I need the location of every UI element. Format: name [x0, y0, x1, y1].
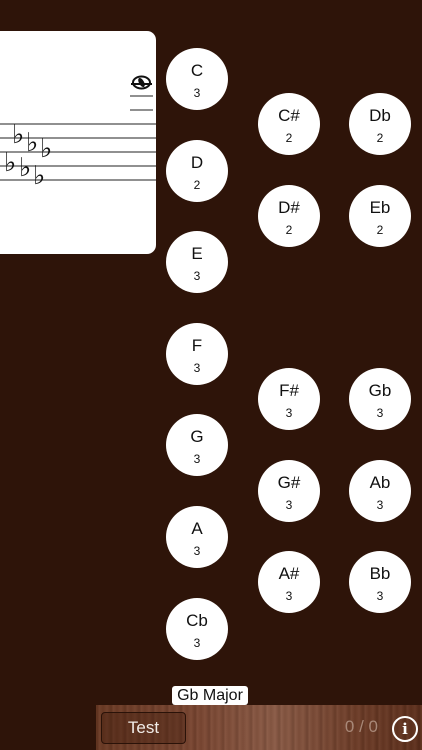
note-name: Eb	[369, 198, 391, 217]
note-name: Db	[369, 106, 391, 125]
note-button-c-sharp[interactable]: C# 2	[258, 93, 320, 155]
note-button-g-flat[interactable]: Gb 3	[349, 368, 411, 430]
note-name: Gb	[368, 381, 392, 400]
note-button-d-flat[interactable]: Db 2	[349, 93, 411, 155]
flat-icon: ♭	[40, 134, 52, 164]
info-icon[interactable]: i	[392, 716, 418, 742]
note-name: Cb	[186, 611, 208, 630]
note-button-g-sharp[interactable]: G# 3	[258, 460, 320, 522]
note-button-b-flat[interactable]: Bb 3	[349, 551, 411, 613]
note-name: C	[190, 61, 204, 80]
note-octave: 3	[376, 406, 384, 420]
note-name: F#	[279, 381, 299, 400]
note-octave: 3	[285, 406, 293, 420]
score-counter: 0 / 0	[344, 717, 378, 736]
note-button-d[interactable]: D 2	[166, 140, 228, 202]
test-button[interactable]: Test	[101, 712, 186, 744]
note-octave: 3	[376, 589, 384, 603]
note-octave: 3	[193, 361, 201, 375]
note-octave: 2	[193, 178, 201, 192]
note-button-a-sharp[interactable]: A# 3	[258, 551, 320, 613]
music-staff: ♭ ♭ ♭ ♭ ♭ ♭	[0, 75, 156, 191]
note-octave: 3	[193, 86, 201, 100]
note-octave: 2	[376, 223, 384, 237]
note-octave: 2	[285, 223, 293, 237]
note-button-e[interactable]: E 3	[166, 231, 228, 293]
key-signature-label: Gb Major	[172, 686, 248, 705]
note-button-c[interactable]: C 3	[166, 48, 228, 110]
note-name: D	[190, 153, 204, 172]
note-octave: 3	[193, 636, 201, 650]
flat-icon: ♭	[4, 148, 16, 178]
flat-icon: ♭	[12, 120, 24, 150]
note-button-e-flat[interactable]: Eb 2	[349, 185, 411, 247]
note-octave: 2	[376, 131, 384, 145]
note-name: Bb	[369, 564, 391, 583]
note-name: G	[190, 427, 204, 446]
note-octave: 3	[285, 498, 293, 512]
note-button-g[interactable]: G 3	[166, 414, 228, 476]
note-octave: 3	[193, 269, 201, 283]
note-octave: 2	[285, 131, 293, 145]
note-name: A#	[278, 564, 300, 583]
note-button-a[interactable]: A 3	[166, 506, 228, 568]
note-button-f-sharp[interactable]: F# 3	[258, 368, 320, 430]
flat-icon: ♭	[19, 153, 31, 183]
note-name: C#	[278, 106, 300, 125]
flat-icon: ♭	[33, 161, 45, 191]
note-name: A	[191, 519, 203, 538]
note-button-f[interactable]: F 3	[166, 323, 228, 385]
note-octave: 3	[285, 589, 293, 603]
note-button-a-flat[interactable]: Ab 3	[349, 460, 411, 522]
bottom-toolbar: Test 0 / 0 i	[96, 705, 422, 750]
note-octave: 3	[193, 544, 201, 558]
note-name: Ab	[369, 473, 391, 492]
staff-card: ♭ ♭ ♭ ♭ ♭ ♭	[0, 31, 156, 254]
note-name: E	[191, 244, 203, 263]
note-button-d-sharp[interactable]: D# 2	[258, 185, 320, 247]
note-button-cb[interactable]: Cb 3	[166, 598, 228, 660]
note-name: D#	[278, 198, 300, 217]
note-octave: 3	[376, 498, 384, 512]
note-name: F	[191, 336, 203, 355]
whole-note	[131, 75, 152, 90]
note-octave: 3	[193, 452, 201, 466]
note-name: G#	[277, 473, 301, 492]
